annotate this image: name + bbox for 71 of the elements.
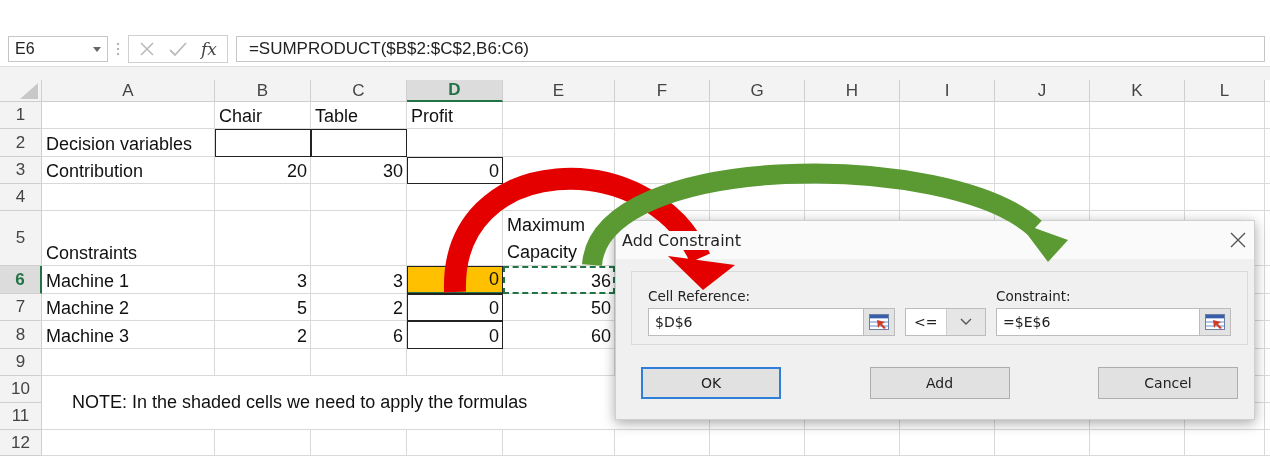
spreadsheet-cell[interactable]: 6 [311,321,407,349]
spreadsheet-cell[interactable]: 3 [215,266,311,294]
row-header[interactable]: 8 [0,321,42,349]
spreadsheet-cell[interactable]: Profit [407,102,503,129]
grip-icon [116,42,120,56]
spreadsheet-cell[interactable]: 60 [503,321,615,349]
range-picker-icon[interactable] [869,314,889,330]
triangle-icon [20,83,38,99]
column-header[interactable]: L [1185,80,1265,102]
spreadsheet-cell[interactable]: 36 [503,266,615,294]
row-header[interactable]: 1 [0,102,42,129]
spreadsheet-cell[interactable]: 0 [407,321,503,349]
row-header[interactable]: 12 [0,430,42,456]
spreadsheet-cell[interactable]: Machine 3 [42,321,215,349]
spreadsheet-cell[interactable]: 2 [215,321,311,349]
spreadsheet-cell[interactable]: 50 [503,294,615,321]
spreadsheet-cell[interactable]: Contribution [42,157,215,184]
column-header[interactable]: I [900,80,995,102]
close-icon[interactable] [1230,232,1246,248]
spreadsheet-cell[interactable]: 0 [407,294,503,321]
spreadsheet-cell[interactable]: Constraints [42,211,215,266]
formula-field[interactable]: =SUMPRODUCT($B$2:$C$2,B6:C6) [235,36,1265,62]
dialog-button[interactable]: Add [869,367,1010,399]
cell-reference-field[interactable]: $D$6 [648,308,895,336]
operator-dropdown[interactable]: <= [905,308,986,336]
dropdown-icon[interactable] [93,46,101,52]
name-box[interactable]: E6 [8,36,108,62]
spreadsheet-cell[interactable]: 5 [215,294,311,321]
column-header[interactable]: G [710,80,805,102]
chevron-icon[interactable] [960,318,972,326]
row-header[interactable]: 7 [0,294,42,321]
spreadsheet-cell[interactable]: Chair [215,102,311,129]
row-header[interactable]: 6 [0,266,42,294]
range-picker-icon[interactable] [1205,314,1225,330]
spreadsheet-cell[interactable]: 2 [311,294,407,321]
column-header[interactable]: B [215,80,311,102]
column-header[interactable]: D [407,80,503,102]
row-header[interactable]: 11 [0,403,42,430]
row-header[interactable]: 5 [0,211,42,266]
row-header[interactable]: 10 [0,376,42,403]
row-header[interactable]: 3 [0,157,42,184]
column-header[interactable]: E [503,80,615,102]
column-header[interactable]: H [805,80,900,102]
spreadsheet-cell[interactable]: Maximum Capacity [503,211,615,266]
column-header[interactable]: C [311,80,407,102]
field-label: Constraint: [996,288,1072,304]
spreadsheet-cell[interactable]: 20 [215,157,311,184]
spreadsheet-cell[interactable]: 3 [311,266,407,294]
row-header[interactable]: 4 [0,184,42,211]
dialog-button[interactable]: OK [641,367,781,399]
spreadsheet-cell[interactable]: Machine 2 [42,294,215,321]
constraint-field[interactable]: =$E$6 [996,308,1231,336]
insert-function-button[interactable]: fx [201,39,217,59]
spreadsheet-cell[interactable] [215,129,311,157]
check-icon[interactable] [169,41,187,57]
spreadsheet-cell[interactable]: 30 [311,157,407,184]
row-header[interactable]: 9 [0,349,42,376]
note-text: NOTE: In the shaded cells we need to apply the formulas [42,376,615,430]
field-label: Cell Reference: [648,288,752,304]
dialog-button[interactable]: Cancel [1098,367,1238,399]
spreadsheet-cell[interactable]: Decision variables [42,129,215,157]
spreadsheet-cell[interactable]: 0 [407,157,503,184]
column-header[interactable]: F [615,80,710,102]
dialog-title: Add Constraint [622,230,741,250]
spreadsheet-cell[interactable] [311,129,407,157]
spreadsheet-cell[interactable]: Machine 1 [42,266,215,294]
column-header[interactable]: J [995,80,1090,102]
row-header[interactable]: 2 [0,129,42,157]
column-header[interactable]: A [42,80,215,102]
column-header[interactable]: K [1090,80,1185,102]
spreadsheet-cell[interactable]: Table [311,102,407,129]
